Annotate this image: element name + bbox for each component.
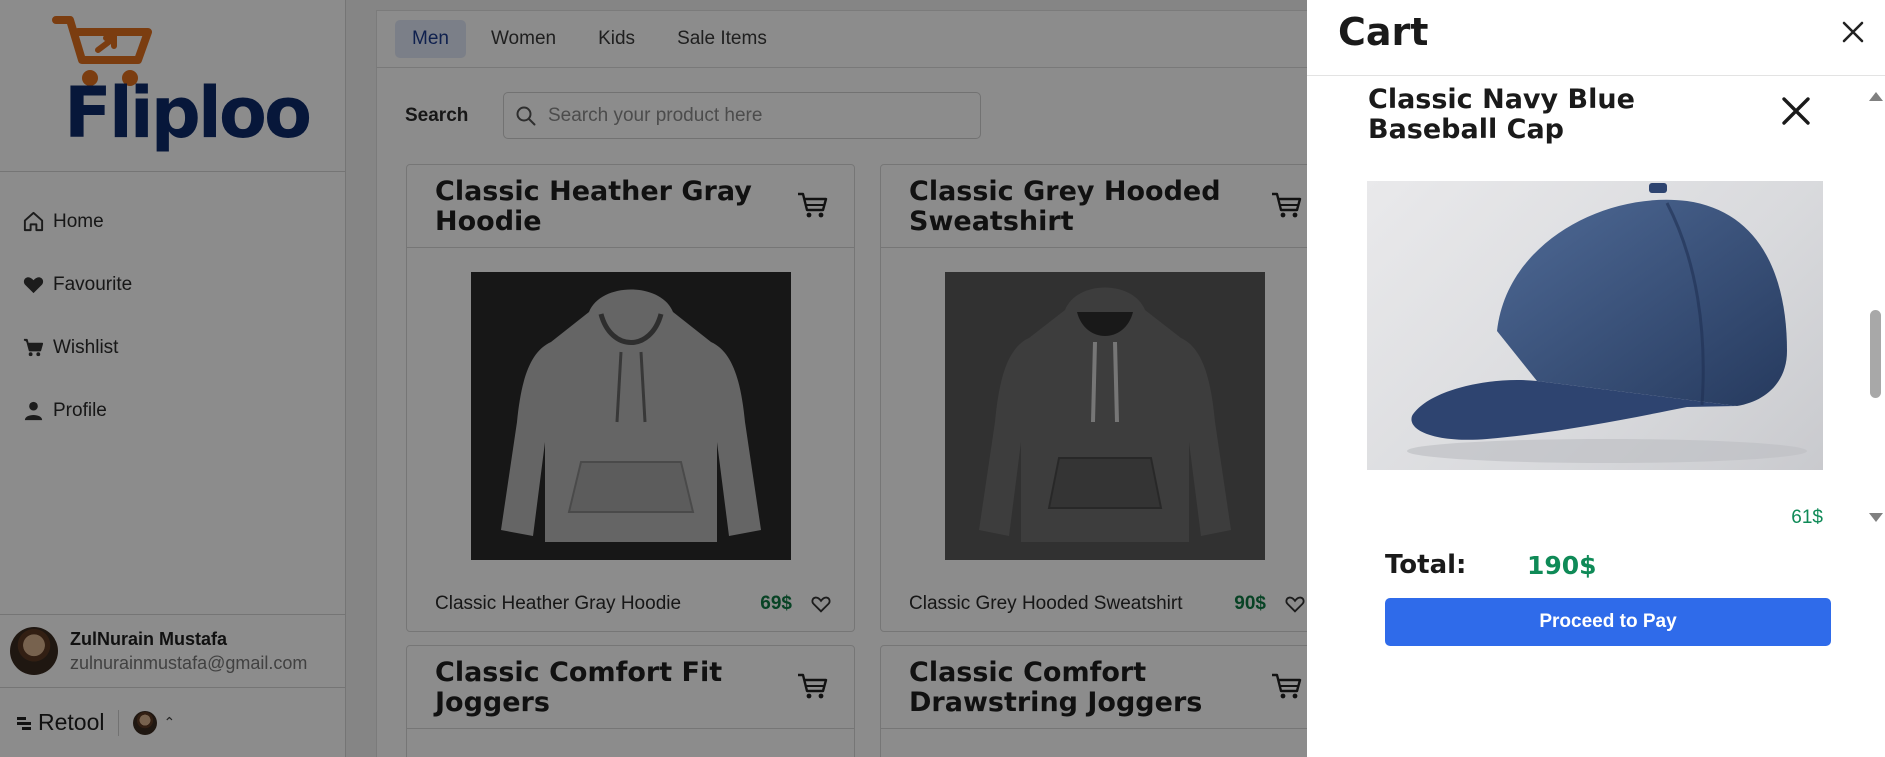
- cart-title: Cart: [1338, 10, 1429, 54]
- remove-item-icon[interactable]: [1779, 94, 1813, 128]
- cart-item-image: [1367, 181, 1823, 470]
- cart-scrollbar[interactable]: [1865, 86, 1885, 526]
- proceed-to-pay-button[interactable]: Proceed to Pay: [1385, 598, 1831, 646]
- scroll-down-arrow-icon[interactable]: [1869, 513, 1883, 522]
- cart-total: Total: 190$: [1385, 550, 1597, 580]
- close-icon[interactable]: [1841, 20, 1865, 44]
- cart-drawer: Cart Classic Navy Blue Baseball Cap 61$ …: [1307, 0, 1885, 757]
- cart-item-title: Classic Navy Blue Baseball Cap: [1368, 84, 1635, 145]
- cart-item-price: 61$: [1791, 507, 1823, 528]
- total-value: 190$: [1527, 550, 1597, 580]
- cart-header: Cart: [1307, 0, 1885, 76]
- modal-backdrop[interactable]: [0, 0, 1307, 757]
- scroll-up-arrow-icon[interactable]: [1869, 92, 1883, 101]
- total-label: Total:: [1385, 550, 1467, 580]
- scroll-thumb[interactable]: [1870, 310, 1881, 398]
- baseball-cap-image: [1407, 183, 1807, 463]
